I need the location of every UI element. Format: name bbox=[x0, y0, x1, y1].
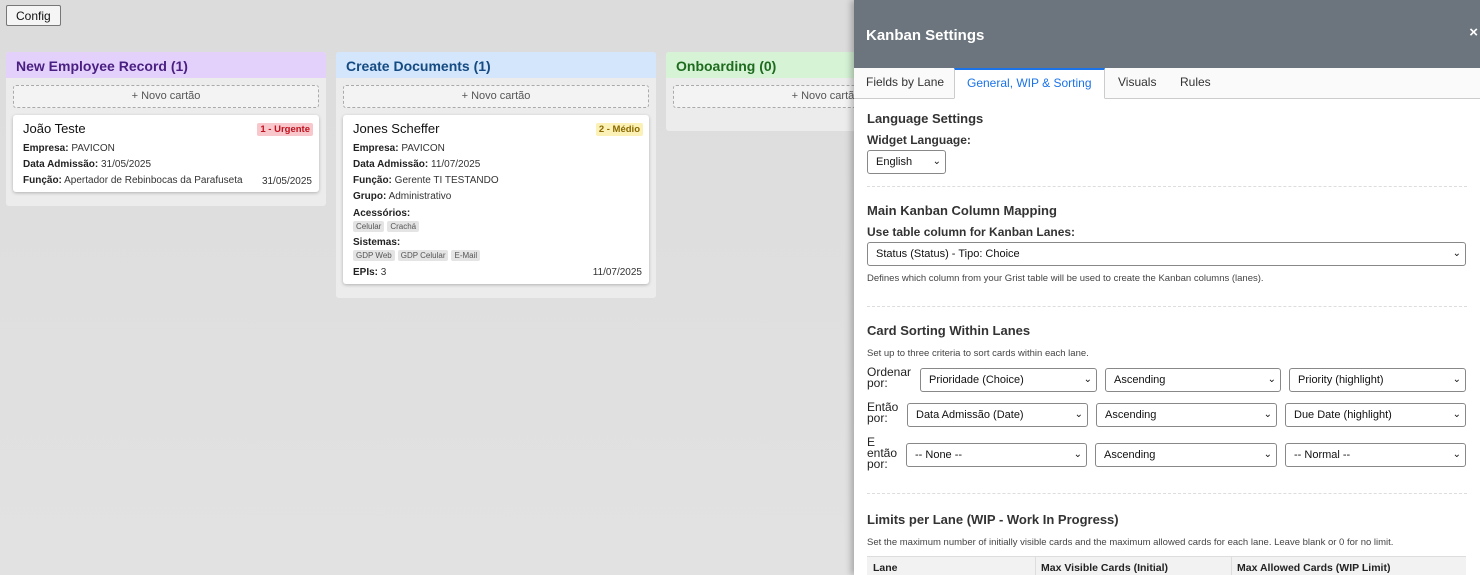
priority-badge: 1 - Urgente bbox=[257, 123, 313, 136]
sorting-section-title: Card Sorting Within Lanes bbox=[867, 323, 1031, 338]
sort-2-direction-select[interactable]: Ascending ⌄ bbox=[1096, 403, 1277, 427]
panel-title: Kanban Settings bbox=[866, 27, 985, 44]
config-button[interactable]: Config bbox=[6, 5, 61, 26]
card-field-data-admissao: Data Admissão: 11/07/2025 bbox=[353, 159, 481, 170]
lane-new-employee-record: New Employee Record (1) + Novo cartão Jo… bbox=[6, 52, 326, 206]
divider bbox=[867, 493, 1467, 494]
card-field-data-admissao: Data Admissão: 31/05/2025 bbox=[23, 159, 152, 170]
language-section-title: Language Settings bbox=[867, 111, 984, 126]
widget-language-label: Widget Language: bbox=[867, 133, 971, 147]
card-date: 11/07/2025 bbox=[592, 267, 642, 278]
tag: Crachá bbox=[387, 221, 420, 232]
chevron-down-icon: ⌄ bbox=[1452, 374, 1461, 385]
sort-row-1-label: Ordenar por: bbox=[867, 365, 912, 390]
priority-badge: 2 - Médio bbox=[595, 123, 643, 136]
chevron-down-icon: ⌄ bbox=[1452, 248, 1461, 259]
tag: Celular bbox=[353, 221, 385, 232]
settings-panel: Kanban Settings × Fields by Lane General… bbox=[854, 0, 1480, 575]
widget-language-select[interactable]: English ⌄ bbox=[867, 150, 946, 174]
wip-col-lane: Lane bbox=[873, 562, 898, 574]
card-field-empresa: Empresa: PAVICON bbox=[23, 143, 115, 154]
chevron-down-icon: ⌄ bbox=[1267, 374, 1276, 385]
wip-hint: Set the maximum number of initially visi… bbox=[867, 537, 1394, 548]
tag: GDP Celular bbox=[397, 250, 449, 261]
lane-column-label: Use table column for Kanban Lanes: bbox=[867, 225, 1076, 239]
sort-2-highlight-select[interactable]: Due Date (highlight) ⌄ bbox=[1285, 403, 1466, 427]
divider bbox=[1231, 557, 1232, 575]
divider bbox=[867, 306, 1467, 307]
sorting-hint: Set up to three criteria to sort cards w… bbox=[867, 348, 1089, 359]
mapping-section-title: Main Kanban Column Mapping bbox=[867, 203, 1057, 218]
divider bbox=[1035, 557, 1036, 575]
add-card-button[interactable]: + Novo cartão bbox=[13, 85, 319, 108]
tab-general-wip-sorting[interactable]: General, WIP & Sorting bbox=[954, 68, 1105, 99]
tab-fields-by-lane[interactable]: Fields by Lane bbox=[854, 68, 956, 99]
lane-create-documents: Create Documents (1) + Novo cartão Jones… bbox=[336, 52, 656, 298]
card-field-funcao: Função: Gerente TI TESTANDO bbox=[353, 175, 499, 186]
tab-visuals[interactable]: Visuals bbox=[1106, 68, 1168, 99]
chevron-down-icon: ⌄ bbox=[1074, 409, 1083, 420]
sort-row-2-label: Então por: bbox=[867, 400, 899, 425]
sort-row-3-label: Eentão por: bbox=[867, 435, 898, 471]
chevron-down-icon: ⌄ bbox=[1452, 409, 1461, 420]
card-field-sistemas: Sistemas: bbox=[353, 237, 401, 248]
close-icon[interactable]: × bbox=[1469, 24, 1478, 41]
chevron-down-icon: ⌄ bbox=[1073, 449, 1082, 460]
tab-rules[interactable]: Rules bbox=[1168, 68, 1223, 99]
sort-1-direction-select[interactable]: Ascending ⌄ bbox=[1105, 368, 1281, 392]
acessorios-tags: Celular Crachá bbox=[353, 221, 641, 232]
lane-header: Create Documents (1) bbox=[336, 52, 656, 78]
sort-3-direction-select[interactable]: Ascending ⌄ bbox=[1095, 443, 1277, 467]
chevron-down-icon: ⌄ bbox=[932, 156, 941, 167]
card-field-acessorios: Acessórios: bbox=[353, 208, 411, 219]
chevron-down-icon: ⌄ bbox=[1083, 374, 1092, 385]
settings-tabs: Fields by Lane General, WIP & Sorting Vi… bbox=[854, 68, 1480, 99]
kanban-card[interactable]: Jones Scheffer 2 - Médio Empresa: PAVICO… bbox=[343, 115, 649, 284]
tag: E-Mail bbox=[451, 250, 481, 261]
lane-header: New Employee Record (1) bbox=[6, 52, 326, 78]
wip-section-title: Limits per Lane (WIP - Work In Progress) bbox=[867, 512, 1119, 527]
sort-3-highlight-select[interactable]: -- Normal -- ⌄ bbox=[1285, 443, 1466, 467]
panel-header: Kanban Settings × bbox=[854, 0, 1480, 68]
mapping-hint: Defines which column from your Grist tab… bbox=[867, 273, 1264, 284]
wip-table-header: Lane Max Visible Cards (Initial) Max All… bbox=[867, 556, 1466, 575]
chevron-down-icon: ⌄ bbox=[1263, 449, 1272, 460]
sort-3-field-select[interactable]: -- None -- ⌄ bbox=[906, 443, 1087, 467]
sort-1-field-select[interactable]: Prioridade (Choice) ⌄ bbox=[920, 368, 1097, 392]
kanban-card[interactable]: João Teste 1 - Urgente Empresa: PAVICON … bbox=[13, 115, 319, 192]
tag: GDP Web bbox=[353, 250, 395, 261]
sistemas-tags: GDP Web GDP Celular E-Mail bbox=[353, 250, 641, 261]
wip-col-max-allowed: Max Allowed Cards (WIP Limit) bbox=[1237, 562, 1391, 574]
lane-column-select[interactable]: Status (Status) - Tipo: Choice ⌄ bbox=[867, 242, 1466, 266]
sort-1-highlight-select[interactable]: Priority (highlight) ⌄ bbox=[1289, 368, 1466, 392]
chevron-down-icon: ⌄ bbox=[1452, 449, 1461, 460]
add-card-button[interactable]: + Novo cartão bbox=[343, 85, 649, 108]
chevron-down-icon: ⌄ bbox=[1263, 409, 1272, 420]
divider bbox=[867, 186, 1467, 187]
card-date: 31/05/2025 bbox=[261, 176, 312, 187]
card-field-grupo: Grupo: Administrativo bbox=[353, 191, 452, 202]
wip-col-max-visible: Max Visible Cards (Initial) bbox=[1041, 562, 1169, 574]
panel-body: Language Settings Widget Language: Engli… bbox=[854, 99, 1480, 575]
sort-2-field-select[interactable]: Data Admissão (Date) ⌄ bbox=[907, 403, 1088, 427]
card-field-empresa: Empresa: PAVICON bbox=[353, 143, 445, 154]
